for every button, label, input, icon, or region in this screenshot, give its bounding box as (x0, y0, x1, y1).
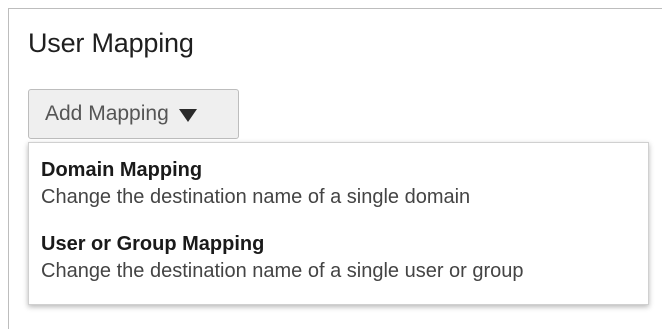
menu-item-domain-mapping[interactable]: Domain Mapping Change the destination na… (29, 157, 648, 211)
menu-item-user-or-group-mapping[interactable]: User or Group Mapping Change the destina… (29, 231, 648, 285)
menu-item-description: Change the destination name of a single … (41, 186, 471, 208)
menu-item-title: Domain Mapping (41, 159, 203, 181)
menu-item-description: Change the destination name of a single … (41, 260, 524, 282)
user-mapping-panel: User Mapping Add Mapping Domain Mapping … (8, 8, 662, 329)
menu-item-title: User or Group Mapping (41, 233, 265, 255)
add-mapping-button[interactable]: Add Mapping (28, 89, 239, 139)
add-mapping-button-label: Add Mapping (45, 102, 169, 125)
window: User Mapping Add Mapping Domain Mapping … (0, 0, 662, 329)
add-mapping-dropdown-menu: Domain Mapping Change the destination na… (28, 142, 649, 305)
caret-down-icon (178, 108, 197, 122)
page-title: User Mapping (28, 28, 194, 58)
